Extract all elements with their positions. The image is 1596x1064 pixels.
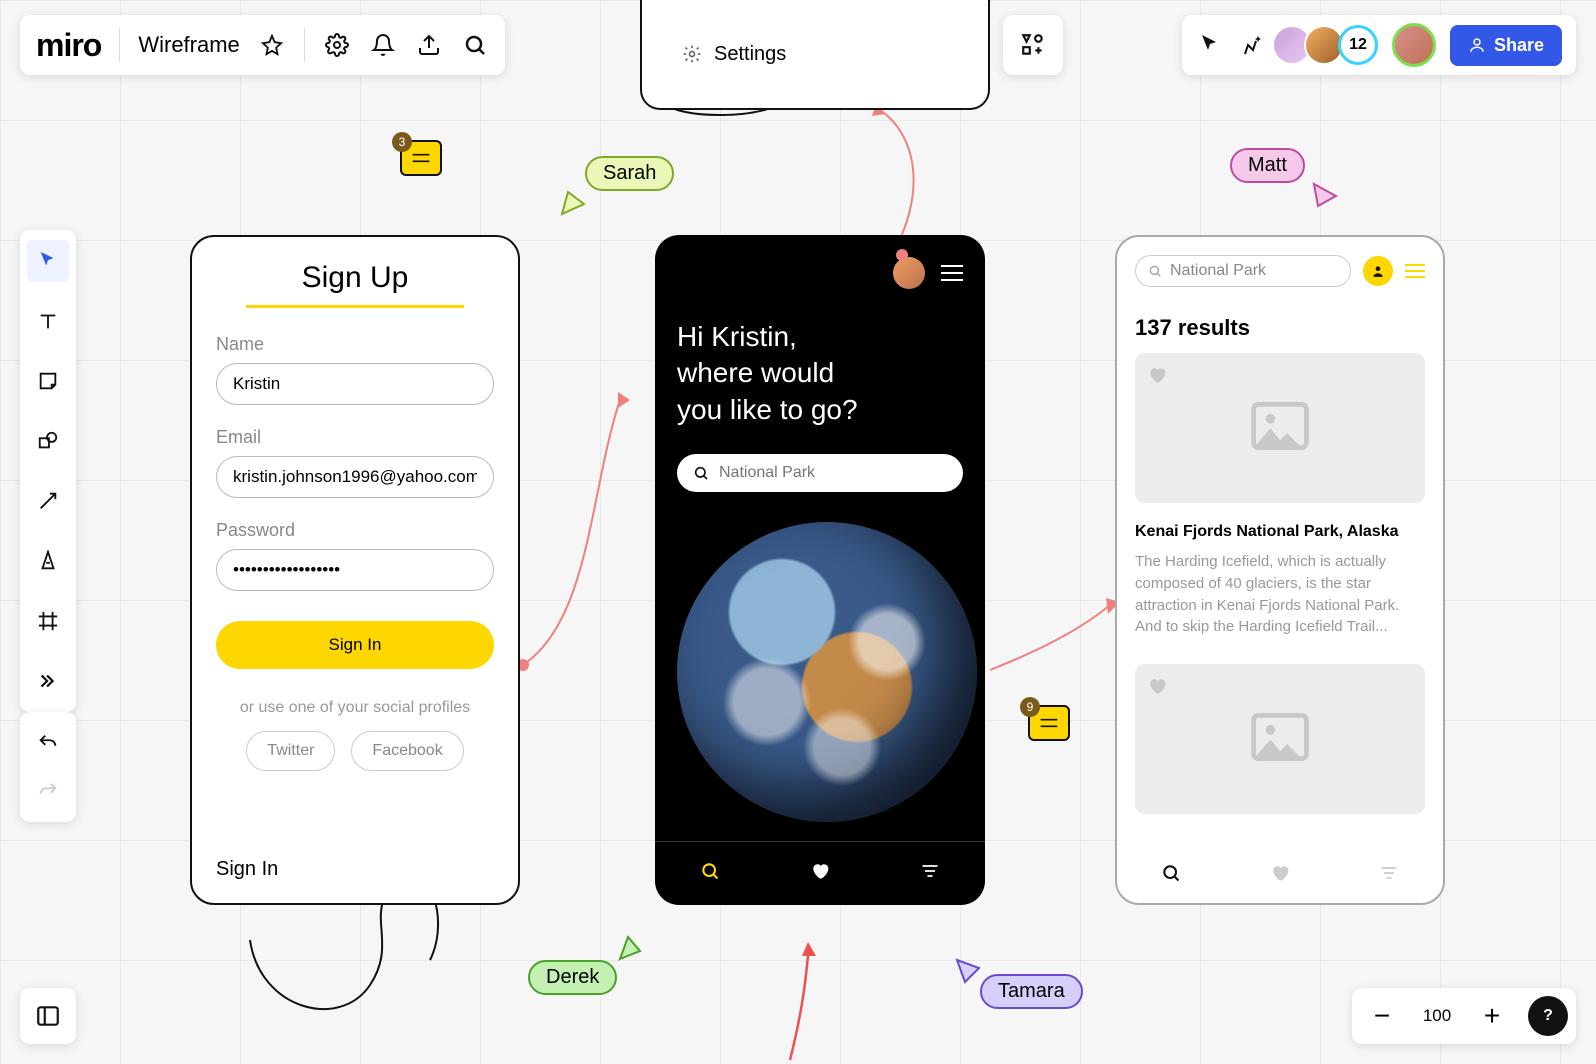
search-value: National Park — [1170, 262, 1266, 280]
heart-icon[interactable] — [1147, 676, 1167, 701]
comment-note[interactable]: 9 — [1028, 705, 1070, 741]
star-icon[interactable] — [258, 31, 286, 59]
cursor-icon — [560, 190, 586, 216]
text-tool[interactable] — [27, 300, 69, 342]
divider — [119, 28, 120, 62]
earth-image — [677, 522, 977, 822]
redo-button[interactable] — [27, 770, 69, 812]
arrow-tool[interactable] — [27, 480, 69, 522]
top-right-panel: 12 Share — [1182, 15, 1576, 75]
nav-search-icon[interactable] — [1161, 863, 1181, 888]
share-button[interactable]: Share — [1450, 25, 1562, 66]
user-icon[interactable] — [1363, 256, 1393, 286]
reactions-icon[interactable] — [1238, 31, 1266, 59]
connector-dot — [895, 248, 909, 262]
settings-frame[interactable]: Settings — [640, 0, 990, 110]
cursor-pill-sarah: Sarah — [585, 156, 674, 191]
alt-text: or use one of your social profiles — [216, 699, 494, 717]
participant-avatars[interactable]: 12 — [1280, 25, 1378, 65]
undo-button[interactable] — [27, 722, 69, 764]
host-avatar[interactable] — [1392, 23, 1436, 67]
cursor-icon — [1312, 182, 1338, 208]
image-icon — [1250, 713, 1310, 766]
share-label: Share — [1494, 35, 1544, 56]
note-count-badge: 3 — [392, 132, 412, 152]
cursor-pill-derek: Derek — [528, 960, 617, 995]
search-input[interactable]: National Park — [1135, 255, 1351, 287]
wireframe-signup[interactable]: Sign Up Name Email Password Sign In or u… — [190, 235, 520, 905]
search-field[interactable] — [719, 464, 947, 482]
board-name[interactable]: Wireframe — [138, 32, 239, 58]
apps-button[interactable] — [1003, 15, 1063, 75]
password-label: Password — [216, 520, 494, 541]
result-image-placeholder[interactable] — [1135, 664, 1425, 814]
help-button[interactable]: ? — [1528, 996, 1568, 1036]
facebook-button[interactable]: Facebook — [351, 731, 463, 771]
name-field[interactable] — [216, 363, 494, 405]
nav-search-icon[interactable] — [700, 861, 720, 886]
nav-filter-icon[interactable] — [920, 861, 940, 886]
divider — [304, 28, 305, 62]
cursor-pill-tamara: Tamara — [980, 974, 1083, 1009]
greeting: Hi Kristin, where would you like to go? — [677, 319, 963, 428]
cursor-icon — [618, 935, 644, 961]
result-body: The Harding Icefield, which is actually … — [1135, 551, 1425, 638]
email-label: Email — [216, 427, 494, 448]
heart-icon[interactable] — [1147, 365, 1167, 390]
shape-tool[interactable] — [27, 420, 69, 462]
name-label: Name — [216, 334, 494, 355]
select-tool[interactable] — [27, 240, 69, 282]
nav-heart-icon[interactable] — [1270, 863, 1290, 888]
menu-icon[interactable] — [941, 265, 963, 281]
wireframe-home[interactable]: Hi Kristin, where would you like to go? — [655, 235, 985, 905]
settings-gear-icon[interactable] — [323, 31, 351, 59]
twitter-button[interactable]: Twitter — [246, 731, 335, 771]
cursor-pill-matt: Matt — [1230, 148, 1305, 183]
image-icon — [1250, 402, 1310, 455]
email-field[interactable] — [216, 456, 494, 498]
note-count-badge: 9 — [1020, 697, 1040, 717]
title-underline — [246, 305, 464, 308]
submit-button[interactable]: Sign In — [216, 621, 494, 669]
nav-heart-icon[interactable] — [810, 861, 830, 886]
left-toolbar — [20, 230, 76, 712]
cursor-icon — [955, 958, 981, 984]
zoom-out-button[interactable]: − — [1360, 994, 1404, 1038]
comment-note[interactable]: 3 — [400, 140, 442, 176]
upload-icon[interactable] — [415, 31, 443, 59]
signup-title: Sign Up — [216, 261, 494, 295]
hide-panels-button[interactable] — [20, 988, 76, 1044]
wireframe-results[interactable]: National Park 137 results Kenai Fjords N… — [1115, 235, 1445, 905]
frame-tool[interactable] — [27, 600, 69, 642]
nav-filter-icon[interactable] — [1379, 863, 1399, 888]
sticky-tool[interactable] — [27, 360, 69, 402]
more-tools[interactable] — [27, 660, 69, 702]
password-field[interactable] — [216, 549, 494, 591]
participant-count[interactable]: 12 — [1338, 25, 1378, 65]
search-input[interactable] — [677, 454, 963, 492]
result-title[interactable]: Kenai Fjords National Park, Alaska — [1135, 523, 1425, 541]
bottom-nav — [1117, 847, 1443, 903]
result-image-placeholder[interactable] — [1135, 353, 1425, 503]
app-logo: miro — [36, 27, 101, 64]
top-left-panel: miro Wireframe — [20, 15, 505, 75]
menu-icon[interactable] — [1405, 264, 1425, 278]
undo-redo-panel — [20, 712, 76, 822]
zoom-panel: − 100 + ? — [1352, 988, 1576, 1044]
gear-icon — [682, 44, 702, 64]
cursor-presence-icon[interactable] — [1196, 31, 1224, 59]
zoom-in-button[interactable]: + — [1470, 994, 1514, 1038]
settings-label: Settings — [714, 43, 786, 66]
search-icon[interactable] — [461, 31, 489, 59]
signin-link[interactable]: Sign In — [216, 858, 278, 881]
results-count: 137 results — [1135, 315, 1425, 341]
zoom-value[interactable]: 100 — [1412, 1006, 1462, 1026]
bell-icon[interactable] — [369, 31, 397, 59]
pen-tool[interactable] — [27, 540, 69, 582]
bottom-nav — [655, 841, 985, 905]
